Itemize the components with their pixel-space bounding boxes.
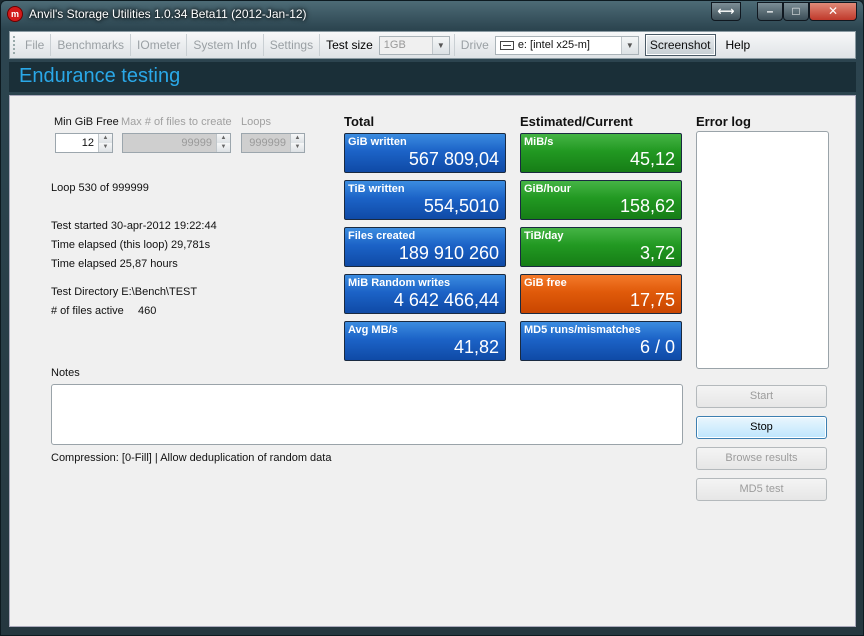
menu-file[interactable]: File (19, 34, 52, 56)
md5-test-button[interactable]: MD5 test (696, 478, 827, 501)
tile-mib-per-s: MiB/s 45,12 (520, 133, 682, 173)
drive-select[interactable]: e: [intel x25-m] ▼ (494, 35, 639, 55)
files-active-value: 460 (138, 305, 157, 317)
time-elapsed: Time elapsed 25,87 hours (51, 258, 178, 270)
tile-label: MiB Random writes (348, 277, 451, 289)
loops-label: Loops (241, 116, 271, 128)
test-started: Test started 30-apr-2012 19:22:44 (51, 220, 217, 232)
minimize-icon[interactable]: – (757, 2, 783, 21)
title-bar: m Anvil's Storage Utilities 1.0.34 Beta1… (1, 1, 863, 29)
test-size-select[interactable]: 1GB ▼ (378, 35, 450, 55)
tile-value: 158,62 (619, 196, 675, 216)
start-button[interactable]: Start (696, 385, 827, 408)
tile-gib-free: GiB free 17,75 (520, 274, 682, 314)
stepper-down-icon[interactable]: ▼ (291, 143, 304, 152)
compression-status: Compression: [0-Fill] | Allow deduplicat… (51, 452, 332, 464)
max-files-value: 99999 (123, 134, 216, 152)
close-icon[interactable]: ✕ (809, 2, 857, 21)
stepper-up-icon[interactable]: ▲ (99, 134, 112, 143)
tile-value: 17,75 (629, 290, 675, 310)
error-log-heading: Error log (696, 114, 751, 129)
stop-button[interactable]: Stop (696, 416, 827, 439)
stepper-down-icon[interactable]: ▼ (99, 143, 112, 152)
app-icon: m (7, 6, 23, 22)
tile-value: 554,5010 (423, 196, 499, 216)
tile-files-created: Files created 189 910 260 (344, 227, 506, 267)
loop-status: Loop 530 of 999999 (51, 182, 149, 194)
tile-value: 41,82 (453, 337, 499, 357)
error-log-box[interactable] (696, 131, 829, 369)
tile-value: 189 910 260 (398, 243, 499, 263)
menu-system-info[interactable]: System Info (187, 34, 264, 56)
tile-label: MiB/s (524, 136, 554, 148)
tile-label: MD5 runs/mismatches (524, 324, 641, 336)
tile-value: 3,72 (639, 243, 675, 263)
test-size-label: Test size (326, 38, 373, 52)
tile-label: GiB free (524, 277, 567, 289)
menu-settings[interactable]: Settings (264, 34, 321, 56)
tile-label: TiB/day (524, 230, 564, 242)
stepper-up-icon[interactable]: ▲ (291, 134, 304, 143)
test-directory: Test Directory E:\Bench\TEST (51, 286, 198, 298)
chevron-down-icon: ▼ (431, 36, 449, 54)
tile-gib-written: GiB written 567 809,04 (344, 133, 506, 173)
estimated-heading: Estimated/Current (520, 114, 633, 129)
max-files-stepper[interactable]: 99999 ▲ ▼ (122, 133, 231, 153)
stepper-down-icon[interactable]: ▼ (217, 143, 230, 152)
tile-value: 6 / 0 (639, 337, 675, 357)
drive-label: Drive (453, 34, 495, 56)
browse-results-button[interactable]: Browse results (696, 447, 827, 470)
app-window: m Anvil's Storage Utilities 1.0.34 Beta1… (0, 0, 864, 636)
loops-stepper[interactable]: 999999 ▲ ▼ (241, 133, 305, 153)
chevron-down-icon: ▼ (620, 36, 638, 54)
total-heading: Total (344, 114, 375, 129)
page-heading-band: Endurance testing (9, 62, 856, 92)
menu-help[interactable]: Help (720, 34, 757, 56)
tile-mib-random-writes: MiB Random writes 4 642 466,44 (344, 274, 506, 314)
files-active-label: # of files active (51, 305, 124, 317)
tile-avg-mbs: Avg MB/s 41,82 (344, 321, 506, 361)
min-free-stepper[interactable]: 12 ▲ ▼ (55, 133, 113, 153)
tile-label: GiB/hour (524, 183, 572, 195)
page-title: Endurance testing (19, 65, 181, 87)
main-pane: Min GiB Free Max # of files to create Lo… (9, 95, 856, 627)
drive-value: e: [intel x25-m] (517, 39, 590, 51)
notes-textarea[interactable] (51, 384, 683, 445)
maximize-icon[interactable]: □ (783, 2, 809, 21)
notes-label: Notes (51, 367, 80, 379)
resize-horizontal-icon[interactable]: ⟷ (711, 2, 741, 21)
test-size-value: 1GB (383, 39, 406, 51)
menu-iometer[interactable]: IOmeter (131, 34, 188, 56)
drive-icon (499, 40, 514, 50)
stepper-up-icon[interactable]: ▲ (217, 134, 230, 143)
min-free-value: 12 (81, 137, 94, 149)
tile-tib-per-day: TiB/day 3,72 (520, 227, 682, 267)
loops-value: 999999 (242, 134, 290, 152)
tile-label: GiB written (348, 136, 407, 148)
window-title: Anvil's Storage Utilities 1.0.34 Beta11 … (29, 7, 307, 21)
menu-benchmarks[interactable]: Benchmarks (51, 34, 132, 56)
tile-label: Files created (348, 230, 416, 242)
tile-tib-written: TiB written 554,5010 (344, 180, 506, 220)
tile-value: 567 809,04 (408, 149, 499, 169)
time-elapsed-loop: Time elapsed (this loop) 29,781s (51, 239, 211, 251)
tile-value: 45,12 (629, 149, 675, 169)
tile-gib-per-hour: GiB/hour 158,62 (520, 180, 682, 220)
tile-label: Avg MB/s (348, 324, 398, 336)
tile-label: TiB written (348, 183, 405, 195)
tile-md5-runs: MD5 runs/mismatches 6 / 0 (520, 321, 682, 361)
min-free-label: Min GiB Free (54, 116, 119, 128)
tile-value: 4 642 466,44 (393, 290, 499, 310)
max-files-label: Max # of files to create (121, 116, 232, 128)
menu-bar: File Benchmarks IOmeter System Info Sett… (9, 31, 856, 59)
screenshot-button[interactable]: Screenshot (644, 34, 716, 56)
